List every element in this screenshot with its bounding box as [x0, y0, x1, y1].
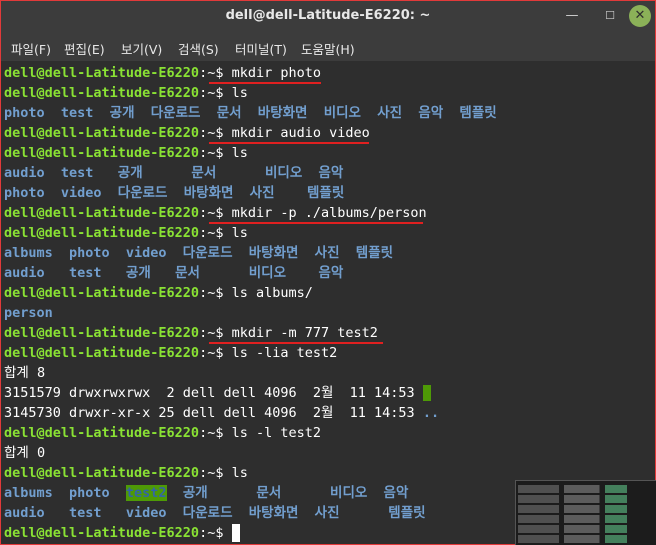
command-text: ls -l test2	[231, 425, 321, 441]
terminal-window: dell@dell-Latitude-E6220: ~ — ☐ ✕ 파일(F) …	[0, 0, 656, 545]
menu-bar: 파일(F) 편집(E) 보기(V) 검색(S) 터미널(T) 도움말(H)	[1, 31, 655, 61]
prompt-line: dell@dell-Latitude-E6220:~$ ls -lia test…	[4, 343, 337, 363]
command-text: ls	[231, 465, 248, 481]
listing-text: 3145730 drwxr-xr-x 25 dell dell 4096 2월 …	[4, 405, 423, 421]
command-text: ls	[231, 225, 248, 241]
prompt: dell@dell-Latitude-E6220	[4, 85, 200, 101]
prompt: dell@dell-Latitude-E6220	[4, 525, 200, 541]
prompt-suffix: :~$	[199, 325, 232, 341]
minimize-icon[interactable]: —	[561, 5, 583, 27]
prompt-suffix: :~$	[199, 345, 232, 361]
prompt: dell@dell-Latitude-E6220	[4, 425, 200, 441]
window-title: dell@dell-Latitude-E6220: ~	[225, 8, 431, 23]
prompt-line: dell@dell-Latitude-E6220:~$ ls	[4, 223, 248, 243]
command-text: ls albums/	[231, 285, 313, 301]
annotation-underline	[209, 342, 383, 344]
prompt-line: dell@dell-Latitude-E6220:~$ mkdir photo	[4, 63, 321, 83]
terminal-output[interactable]: dell@dell-Latitude-E6220:~$ mkdir photo …	[1, 61, 655, 544]
prompt: dell@dell-Latitude-E6220	[4, 125, 200, 141]
prompt-suffix: :~$	[199, 425, 232, 441]
command-text: ls	[231, 145, 248, 161]
prompt-line: dell@dell-Latitude-E6220:~$ mkdir -m 777…	[4, 323, 378, 343]
parent-dir-entry: ..	[422, 405, 440, 421]
output-line: albums photo test2 공개 문서 비디오 음악	[4, 483, 408, 503]
screenshot-thumbnail[interactable]	[515, 480, 656, 545]
thumbnail-line	[518, 535, 654, 543]
prompt-line: dell@dell-Latitude-E6220:~$ mkdir audio …	[4, 123, 370, 143]
thumbnail-line	[518, 515, 654, 523]
prompt: dell@dell-Latitude-E6220	[4, 465, 200, 481]
output-line: photo test 공개 다운로드 문서 바탕화면 비디오 사진 음악 템플릿	[4, 105, 497, 121]
prompt: dell@dell-Latitude-E6220	[4, 325, 200, 341]
output-line: person	[4, 305, 53, 321]
output-line: audio test 공개 문서 비디오 음악	[4, 265, 344, 281]
prompt-line: dell@dell-Latitude-E6220:~$ ls	[4, 463, 248, 483]
menu-view[interactable]: 보기(V)	[121, 39, 162, 58]
command-text: mkdir audio video	[231, 125, 370, 141]
prompt-suffix: :~$	[199, 125, 232, 141]
prompt-line: dell@dell-Latitude-E6220:~$ ls albums/	[4, 283, 313, 303]
text-cursor[interactable]	[231, 524, 240, 542]
prompt: dell@dell-Latitude-E6220	[4, 145, 200, 161]
menu-file[interactable]: 파일(F)	[11, 39, 51, 58]
command-text: mkdir photo	[231, 65, 321, 81]
prompt: dell@dell-Latitude-E6220	[4, 65, 200, 81]
listing-text: 공개 문서 비디오 음악	[166, 485, 409, 501]
prompt: dell@dell-Latitude-E6220	[4, 345, 200, 361]
annotation-underline	[209, 222, 423, 224]
prompt-line: dell@dell-Latitude-E6220:~$	[4, 523, 240, 543]
sticky-writable-dir: test2	[125, 485, 167, 501]
prompt-suffix: :~$	[199, 205, 232, 221]
prompt-suffix: :~$	[199, 225, 232, 241]
annotation-underline	[209, 142, 369, 144]
output-line: audio test video 다운로드 바탕화면 사진 템플릿	[4, 505, 426, 521]
output-line: 합계 8	[4, 365, 46, 381]
output-line: 합계 0	[4, 445, 46, 461]
command-text: ls	[231, 85, 248, 101]
prompt-suffix: :~$	[199, 525, 232, 541]
prompt-suffix: :~$	[199, 65, 232, 81]
prompt-line: dell@dell-Latitude-E6220:~$ ls	[4, 83, 248, 103]
command-text: ls -lia test2	[231, 345, 338, 361]
thumbnail-line	[518, 505, 654, 513]
prompt-suffix: :~$	[199, 465, 232, 481]
prompt-suffix: :~$	[199, 85, 232, 101]
prompt-suffix: :~$	[199, 145, 232, 161]
menu-search[interactable]: 검색(S)	[178, 39, 219, 58]
prompt: dell@dell-Latitude-E6220	[4, 225, 200, 241]
listing-text: albums photo	[4, 485, 126, 501]
command-text: mkdir -p ./albums/person	[231, 205, 427, 221]
output-line: albums photo video 다운로드 바탕화면 사진 템플릿	[4, 245, 394, 261]
prompt-line: dell@dell-Latitude-E6220:~$ ls -l test2	[4, 423, 321, 443]
thumbnail-line	[518, 525, 654, 533]
output-line: 3145730 drwxr-xr-x 25 dell dell 4096 2월 …	[4, 403, 439, 423]
menu-help[interactable]: 도움말(H)	[301, 39, 355, 58]
listing-text: 3151579 drwxrwxrwx 2 dell dell 4096 2월 1…	[4, 385, 423, 401]
prompt: dell@dell-Latitude-E6220	[4, 205, 200, 221]
prompt-line: dell@dell-Latitude-E6220:~$ ls	[4, 143, 248, 163]
output-line: 3151579 drwxrwxrwx 2 dell dell 4096 2월 1…	[4, 383, 431, 403]
title-bar[interactable]: dell@dell-Latitude-E6220: ~ — ☐ ✕	[1, 1, 655, 31]
close-icon[interactable]: ✕	[629, 5, 651, 27]
maximize-icon[interactable]: ☐	[599, 5, 621, 27]
thumbnail-line	[518, 485, 654, 493]
menu-edit[interactable]: 편집(E)	[64, 39, 105, 58]
prompt-suffix: :~$	[199, 285, 232, 301]
output-line: photo video 다운로드 바탕화면 사진 템플릿	[4, 185, 345, 201]
current-dir-entry	[422, 385, 431, 401]
annotation-underline	[209, 82, 321, 84]
prompt: dell@dell-Latitude-E6220	[4, 285, 200, 301]
prompt-line: dell@dell-Latitude-E6220:~$ mkdir -p ./a…	[4, 203, 427, 223]
menu-terminal[interactable]: 터미널(T)	[235, 39, 287, 58]
thumbnail-line	[518, 495, 654, 503]
output-line: audio test 공개 문서 비디오 음악	[4, 165, 344, 181]
command-text: mkdir -m 777 test2	[231, 325, 378, 341]
